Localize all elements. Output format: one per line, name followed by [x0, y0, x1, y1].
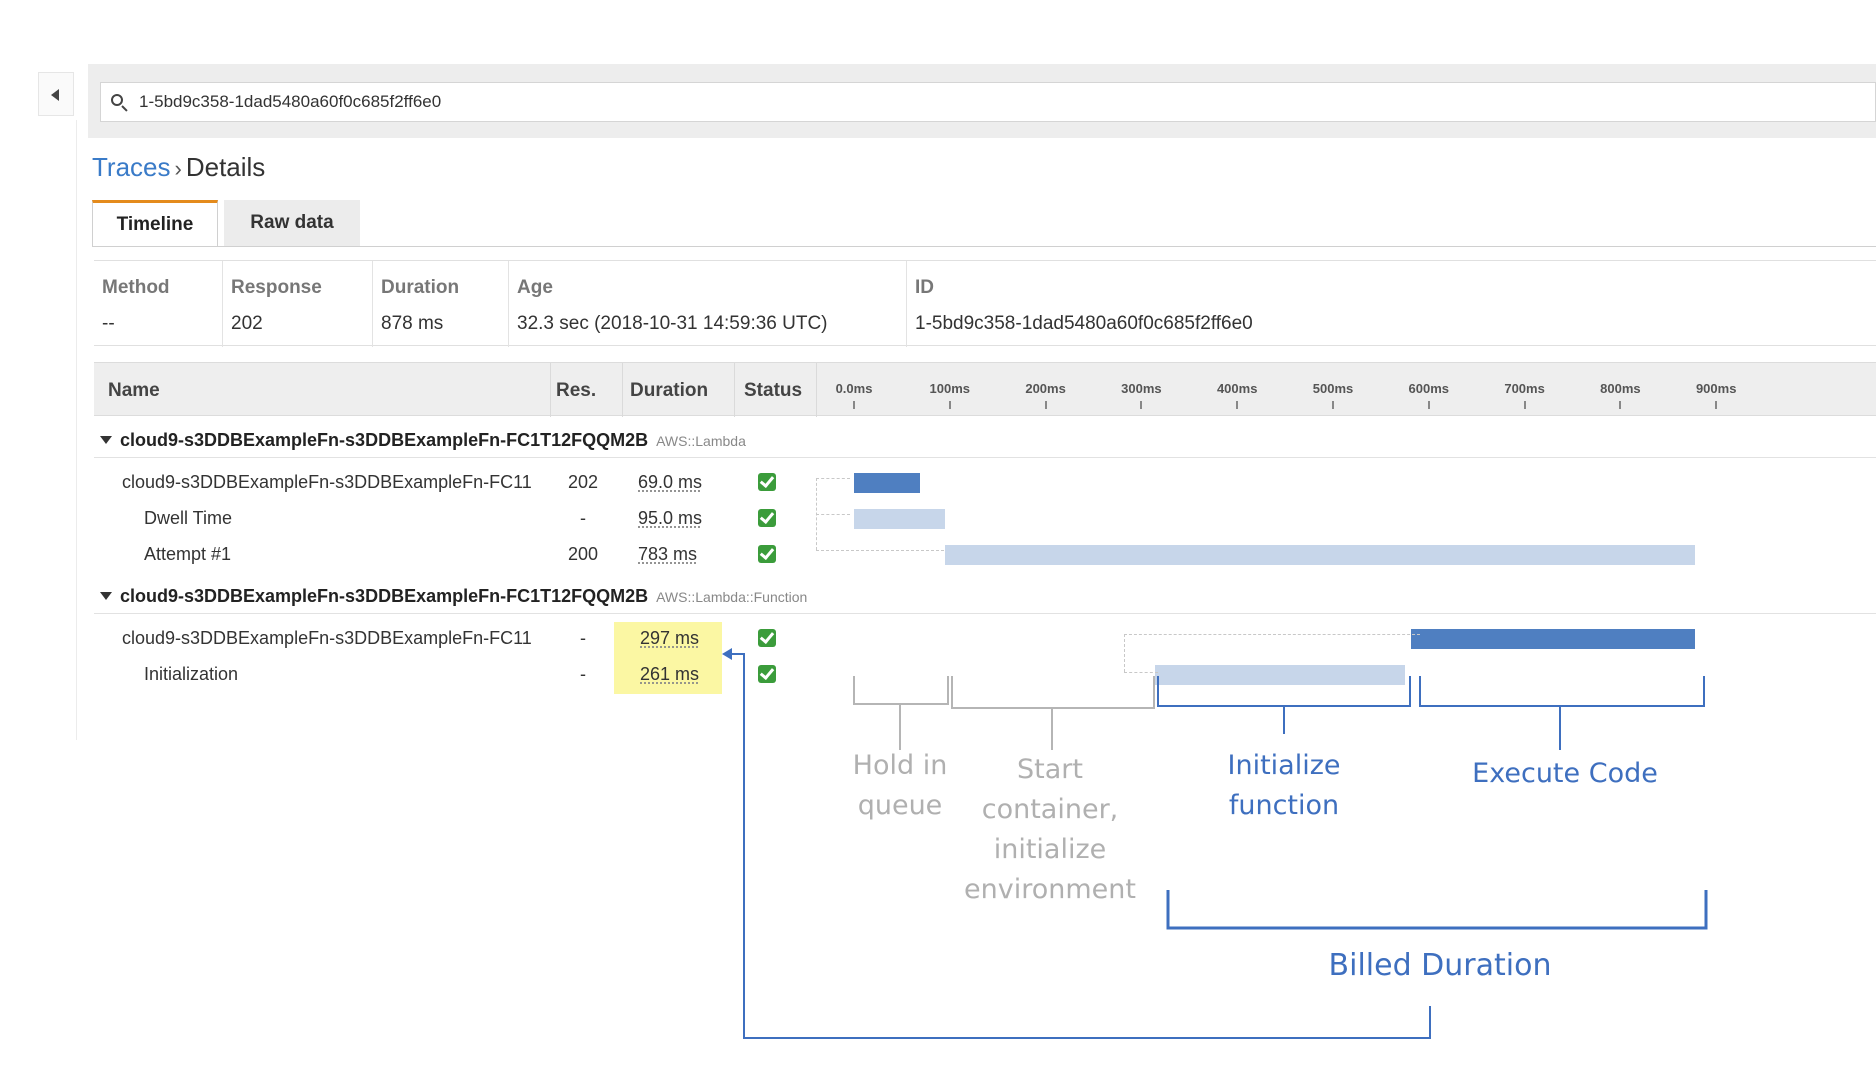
annotation-billed-duration: Billed Duration	[1328, 948, 1552, 983]
annotation-initialize-function: Initialize function	[1227, 750, 1341, 821]
annotation-execute-code: Execute Code	[1472, 758, 1658, 789]
annotation-hold-in-queue: Hold in queue	[852, 750, 948, 821]
brace-hold-in-queue	[853, 676, 949, 750]
brace-execute-code	[1419, 676, 1705, 750]
annotation-start-container: Start container, initialize environment	[964, 754, 1136, 905]
arrow-head-icon	[722, 648, 732, 660]
brace-billed-duration	[1166, 890, 1708, 930]
brace-start-container	[951, 676, 1155, 750]
annotation-overlay	[722, 648, 1708, 1039]
brace-initialize-function	[1157, 676, 1411, 734]
